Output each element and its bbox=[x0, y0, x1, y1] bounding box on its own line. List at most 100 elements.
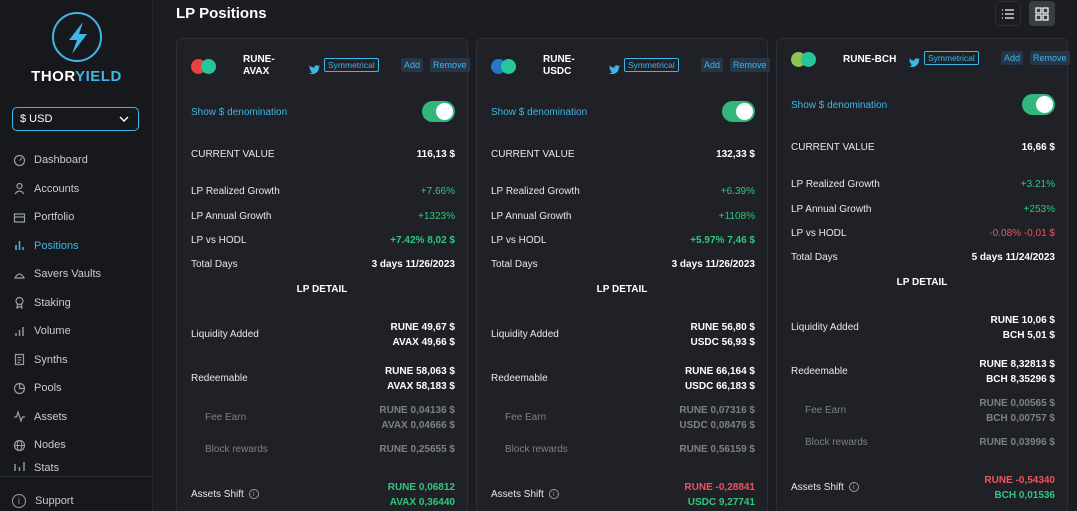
twitter-share-icon[interactable] bbox=[609, 61, 620, 79]
current-value-label: CURRENT VALUE bbox=[191, 149, 275, 160]
card-header: RUNE- AVAX Symmetrical Add Remove bbox=[191, 53, 470, 81]
sidebar-item-label: Dashboard bbox=[34, 154, 88, 167]
assets-shift-text: Assets Shift bbox=[491, 489, 544, 500]
current-value: 116,13 $ bbox=[416, 149, 455, 160]
current-value-label: CURRENT VALUE bbox=[491, 149, 575, 160]
assets-shift-asset: USDC 9,27741 bbox=[687, 497, 755, 508]
redeemable-row: Redeemable RUNE 66,164 $ USDC 66,183 $ bbox=[491, 365, 755, 397]
show-denomination-label: Show $ denomination bbox=[191, 107, 288, 118]
sidebar-item-pools[interactable]: Pools bbox=[0, 374, 153, 403]
rune-coin-icon bbox=[201, 59, 216, 74]
sidebar-item-accounts[interactable]: Accounts bbox=[0, 175, 153, 204]
lp-vs-hodl-value: -0.08% -0,01 $ bbox=[989, 228, 1055, 239]
lp-realized-value: +3.21% bbox=[1020, 179, 1055, 190]
sidebar-item-stats[interactable]: Stats bbox=[0, 460, 153, 474]
liquidity-added-row: Liquidity Added RUNE 56,80 $ USDC 56,93 $ bbox=[491, 321, 755, 353]
liquidity-added-label: Liquidity Added bbox=[791, 322, 859, 333]
sidebar-item-dashboard[interactable]: Dashboard bbox=[0, 146, 153, 175]
total-days-label: Total Days bbox=[491, 259, 538, 270]
symmetrical-badge: Symmetrical bbox=[924, 51, 979, 65]
redeemable-values: RUNE 8,32813 $ BCH 8,35296 $ bbox=[979, 357, 1055, 387]
sidebar-item-savers-vaults[interactable]: Savers Vaults bbox=[0, 260, 153, 289]
assets-shift-values: RUNE -0,54340 BCH 0,01536 bbox=[984, 473, 1055, 503]
fee-earn-rune: RUNE 0,04136 $ bbox=[379, 405, 455, 416]
block-rewards-value: RUNE 0,03996 $ bbox=[979, 437, 1055, 448]
help-icon[interactable]: i bbox=[548, 489, 559, 500]
sidebar-item-label: Assets bbox=[34, 410, 68, 423]
add-liquidity-button[interactable]: Add bbox=[1001, 51, 1024, 65]
sidebar-item-label: Nodes bbox=[34, 439, 66, 452]
lp-annual-label: LP Annual Growth bbox=[791, 204, 872, 215]
fee-earn-asset: USDC 0,08476 $ bbox=[679, 420, 755, 431]
assets-shift-row: Assets Shift i RUNE -0,28841 USDC 9,27741 bbox=[491, 481, 755, 511]
symmetrical-badge: Symmetrical bbox=[624, 58, 679, 72]
sidebar-item-volume[interactable]: Volume bbox=[0, 317, 153, 346]
lp-vs-hodl-label: LP vs HODL bbox=[791, 228, 847, 239]
current-value-label: CURRENT VALUE bbox=[791, 142, 875, 153]
sidebar-item-nodes[interactable]: Nodes bbox=[0, 431, 153, 460]
assets-shift-asset: AVAX 0,36440 bbox=[389, 497, 455, 508]
assets-shift-text: Assets Shift bbox=[191, 489, 244, 500]
lp-detail-heading: LP DETAIL bbox=[596, 284, 648, 295]
lp-vs-hodl-value: +7.42% 8,02 $ bbox=[390, 235, 455, 246]
help-icon[interactable]: i bbox=[848, 482, 859, 493]
pair-line-1: RUNE-BCH bbox=[843, 54, 897, 65]
sidebar-item-positions[interactable]: Positions bbox=[0, 232, 153, 261]
remove-liquidity-button[interactable]: Remove bbox=[730, 58, 770, 72]
fee-earn-rune: RUNE 0,07316 $ bbox=[679, 405, 755, 416]
fee-earn-rune: RUNE 0,00565 $ bbox=[979, 398, 1055, 409]
grid-icon bbox=[1035, 6, 1049, 21]
sidebar-item-label: Savers Vaults bbox=[34, 268, 102, 281]
twitter-share-icon[interactable] bbox=[309, 61, 320, 79]
support-link[interactable]: i Support bbox=[12, 494, 74, 508]
grid-view-button[interactable] bbox=[1029, 1, 1055, 26]
fee-earn-asset: BCH 0,00757 $ bbox=[986, 413, 1055, 424]
pool-pair-name: RUNE- AVAX bbox=[243, 54, 275, 78]
activity-icon bbox=[12, 410, 26, 424]
currency-select[interactable]: $ USD bbox=[12, 107, 139, 131]
add-liquidity-button[interactable]: Add bbox=[401, 58, 424, 72]
fee-earn-row: Fee Earn RUNE 0,04136 $ AVAX 0,04666 $ bbox=[191, 403, 455, 435]
redeemable-label: Redeemable bbox=[791, 366, 848, 377]
rune-coin-icon bbox=[801, 52, 816, 67]
info-icon: i bbox=[12, 494, 26, 508]
redeemable-asset: BCH 8,35296 $ bbox=[986, 374, 1055, 385]
lp-vs-hodl-label: LP vs HODL bbox=[191, 235, 247, 246]
redeemable-row: Redeemable RUNE 58,063 $ AVAX 58,183 $ bbox=[191, 365, 455, 397]
total-days-value: 3 days 11/26/2023 bbox=[671, 259, 755, 270]
denomination-toggle[interactable] bbox=[1022, 94, 1055, 115]
globe-icon bbox=[12, 438, 26, 452]
current-value: 16,66 $ bbox=[1021, 142, 1055, 153]
total-days-label: Total Days bbox=[791, 252, 838, 263]
lp-realized-value: +7.66% bbox=[420, 186, 455, 197]
add-liquidity-button[interactable]: Add bbox=[701, 58, 724, 72]
redeemable-label: Redeemable bbox=[191, 373, 248, 384]
sidebar-item-staking[interactable]: Staking bbox=[0, 289, 153, 318]
sidebar-item-portfolio[interactable]: Portfolio bbox=[0, 203, 153, 232]
twitter-share-icon[interactable] bbox=[909, 54, 920, 72]
sidebar-item-assets[interactable]: Assets bbox=[0, 403, 153, 432]
sidebar-divider bbox=[0, 476, 153, 477]
list-view-button[interactable] bbox=[995, 1, 1021, 26]
lp-position-card: RUNE- USDC Symmetrical Add Remove Show $ … bbox=[476, 38, 770, 511]
remove-liquidity-button[interactable]: Remove bbox=[430, 58, 470, 72]
redeemable-label: Redeemable bbox=[491, 373, 548, 384]
fee-earn-label: Fee Earn bbox=[505, 412, 547, 423]
assets-shift-row: Assets Shift i RUNE -0,54340 BCH 0,01536 bbox=[791, 474, 1055, 506]
lp-detail-heading: LP DETAIL bbox=[896, 277, 948, 288]
liquidity-added-label: Liquidity Added bbox=[191, 329, 259, 340]
staking-icon bbox=[12, 296, 26, 310]
remove-liquidity-button[interactable]: Remove bbox=[1030, 51, 1070, 65]
brand-logo[interactable]: THORYIELD bbox=[0, 12, 153, 85]
denomination-toggle[interactable] bbox=[722, 101, 755, 122]
sidebar-item-synths[interactable]: Synths bbox=[0, 346, 153, 375]
help-icon[interactable]: i bbox=[248, 489, 259, 500]
liquidity-added-rune: RUNE 49,67 $ bbox=[390, 322, 455, 333]
denomination-toggle[interactable] bbox=[422, 101, 455, 122]
lp-position-card: RUNE- AVAX Symmetrical Add Remove Show $ … bbox=[176, 38, 470, 511]
liquidity-added-values: RUNE 49,67 $ AVAX 49,66 $ bbox=[391, 320, 455, 350]
pool-pair-name: RUNE- USDC bbox=[543, 54, 575, 78]
fee-earn-row: Fee Earn RUNE 0,00565 $ BCH 0,00757 $ bbox=[791, 396, 1055, 428]
fee-earn-row: Fee Earn RUNE 0,07316 $ USDC 0,08476 $ bbox=[491, 403, 755, 435]
assets-shift-label: Assets Shift i bbox=[491, 489, 559, 500]
